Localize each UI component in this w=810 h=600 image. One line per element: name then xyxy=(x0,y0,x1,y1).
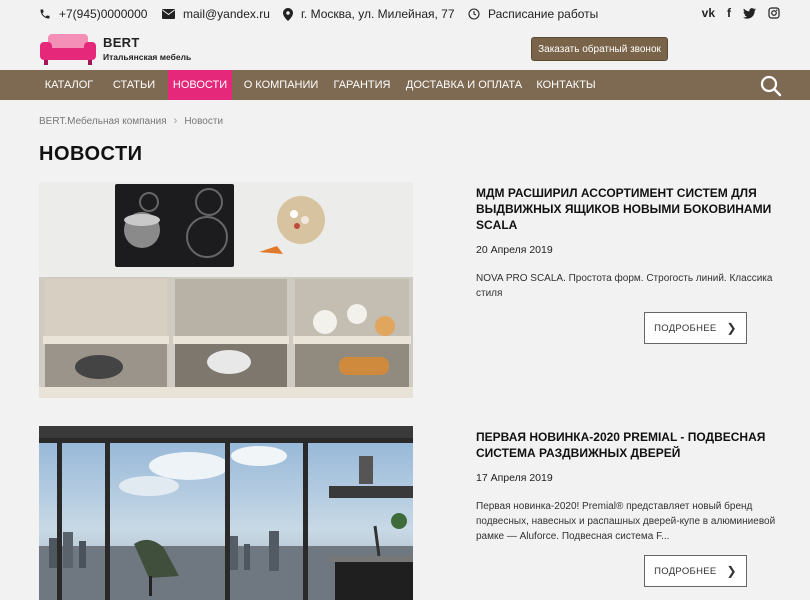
schedule-link[interactable]: Расписание работы xyxy=(468,6,598,22)
phone-text: +7(945)0000000 xyxy=(59,7,148,21)
breadcrumb-home[interactable]: BERT.Мебельная компания xyxy=(39,116,167,127)
nav-item-about[interactable]: О компании xyxy=(240,70,322,100)
social-links: vk f xyxy=(690,6,780,20)
nav-item-contacts[interactable]: Контакты xyxy=(532,70,600,100)
nav-item-warranty[interactable]: Гарантия xyxy=(330,70,394,100)
breadcrumb: BERT.Мебельная компания › Новости xyxy=(39,115,223,127)
schedule-text: Расписание работы xyxy=(488,7,599,21)
phone-contact[interactable]: +7(945)0000000 xyxy=(39,6,147,22)
top-info-bar: +7(945)0000000 mail@yandex.ru г. Москва,… xyxy=(0,0,810,28)
vk-icon[interactable]: vk xyxy=(702,6,715,20)
sofa-logo-icon[interactable] xyxy=(38,32,98,66)
more-button[interactable]: ПОДРОБНЕЕ ❯ xyxy=(644,555,747,587)
main-nav: Каталог Статьи Новости О компании Гарант… xyxy=(0,70,810,100)
more-button[interactable]: ПОДРОБНЕЕ ❯ xyxy=(644,312,747,344)
email-contact[interactable]: mail@yandex.ru xyxy=(162,6,270,22)
news-title[interactable]: МДМ расширил ассортимент систем для выдв… xyxy=(476,185,776,233)
more-button-label: ПОДРОБНЕЕ xyxy=(654,565,717,577)
email-text: mail@yandex.ru xyxy=(183,7,270,21)
news-title[interactable]: Первая новинка-2020 PREMIAL - подвесная … xyxy=(476,429,776,461)
brand-tagline: Итальянская мебель xyxy=(103,52,192,62)
address-contact: г. Москва, ул. Милейная, 77 xyxy=(283,6,455,22)
chevron-right-icon: ❯ xyxy=(726,564,737,578)
clock-icon xyxy=(468,8,480,20)
sliding-doors-image[interactable] xyxy=(39,426,413,600)
chevron-right-icon: › xyxy=(173,115,178,127)
nav-item-articles[interactable]: Статьи xyxy=(107,70,161,100)
news-date: 17 Апреля 2019 xyxy=(476,472,553,484)
map-pin-icon xyxy=(283,7,293,21)
brand-name: BERT xyxy=(103,35,140,50)
news-excerpt: NOVA PRO SCALA. Простота форм. Строгость… xyxy=(476,273,773,299)
search-icon[interactable] xyxy=(760,75,782,97)
twitter-icon[interactable] xyxy=(743,6,756,20)
callback-button[interactable]: Заказать обратный звонок xyxy=(531,37,668,61)
breadcrumb-current: Новости xyxy=(184,115,224,127)
more-button-label: ПОДРОБНЕЕ xyxy=(654,322,717,334)
news-excerpt: Первая новинка-2020! Premial® представля… xyxy=(476,501,776,542)
address-text: г. Москва, ул. Милейная, 77 xyxy=(301,7,455,21)
chevron-right-icon: ❯ xyxy=(726,321,737,335)
instagram-icon[interactable] xyxy=(768,6,780,20)
facebook-icon[interactable]: f xyxy=(727,6,731,20)
nav-item-catalog[interactable]: Каталог xyxy=(39,70,99,100)
phone-icon xyxy=(40,9,50,19)
nav-item-news[interactable]: Новости xyxy=(168,70,232,100)
news-date: 20 Апреля 2019 xyxy=(476,244,553,256)
page-title: НОВОСТИ xyxy=(39,143,143,165)
envelope-icon xyxy=(162,9,175,19)
nav-item-delivery[interactable]: Доставка и оплата xyxy=(404,70,524,100)
kitchen-drawers-image[interactable] xyxy=(39,182,413,398)
